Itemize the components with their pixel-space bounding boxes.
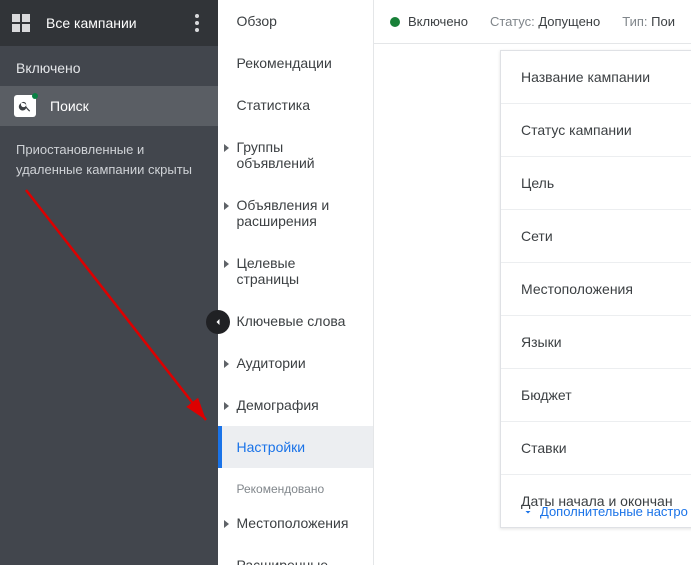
search-icon bbox=[14, 95, 36, 117]
campaign-status: Статус: Допущено bbox=[490, 14, 600, 29]
nav-label: Объявления и расширения bbox=[236, 197, 359, 229]
status-dot-icon bbox=[390, 17, 400, 27]
sidebar-item-search[interactable]: Поиск bbox=[0, 86, 218, 126]
campaign-type: Тип: Пои bbox=[622, 14, 675, 29]
link-label: Дополнительные настро bbox=[540, 504, 688, 519]
setting-row-dates[interactable]: Даты начала и окончан bbox=[501, 475, 691, 527]
nav-section-recommended: Рекомендовано bbox=[218, 468, 373, 502]
sidebar-header: Все кампании bbox=[0, 0, 218, 46]
more-icon[interactable] bbox=[188, 14, 206, 32]
nav-landing-pages[interactable]: Целевые страницы bbox=[218, 242, 373, 300]
nav-label: Группы объявлений bbox=[236, 139, 359, 171]
campaign-enabled-toggle[interactable]: Включено bbox=[390, 14, 468, 29]
setting-row-bids[interactable]: Ставки bbox=[501, 422, 691, 475]
nav-ads-extensions[interactable]: Объявления и расширения bbox=[218, 184, 373, 242]
nav-audiences[interactable]: Аудитории bbox=[218, 342, 373, 384]
all-campaigns-label[interactable]: Все кампании bbox=[46, 15, 188, 31]
nav-label: Рекомендации bbox=[236, 55, 331, 71]
sidebar-item-label: Поиск bbox=[50, 98, 89, 114]
nav-label: Расширенные корректировки bbox=[236, 557, 359, 565]
settings-card: Название кампании Статус кампании Цель С… bbox=[500, 50, 691, 528]
additional-settings-link[interactable]: Дополнительные настро bbox=[522, 504, 688, 519]
status-value: Допущено bbox=[538, 14, 600, 29]
setting-row-networks[interactable]: Сети bbox=[501, 210, 691, 263]
nav-label: Аудитории bbox=[236, 355, 305, 371]
setting-row-status[interactable]: Статус кампании bbox=[501, 104, 691, 157]
setting-row-locations[interactable]: Местоположения bbox=[501, 263, 691, 316]
nav-label: Настройки bbox=[236, 439, 305, 455]
nav-demography[interactable]: Демография bbox=[218, 384, 373, 426]
setting-row-languages[interactable]: Языки bbox=[501, 316, 691, 369]
enabled-label: Включено bbox=[408, 14, 468, 29]
nav-label: Статистика bbox=[236, 97, 310, 113]
nav-locations[interactable]: Местоположения bbox=[218, 502, 373, 544]
nav-adv-adjustments[interactable]: Расширенные корректировки bbox=[218, 544, 373, 565]
nav-keywords[interactable]: Ключевые слова bbox=[218, 300, 373, 342]
nav-label: Обзор bbox=[236, 13, 276, 29]
type-value: Пои bbox=[651, 14, 675, 29]
setting-row-name[interactable]: Название кампании bbox=[501, 51, 691, 104]
campaigns-sidebar: Все кампании Включено Поиск Приостановле… bbox=[0, 0, 218, 565]
nav-statistics[interactable]: Статистика bbox=[218, 84, 373, 126]
nav-settings[interactable]: Настройки bbox=[218, 426, 373, 468]
nav-recommendations[interactable]: Рекомендации bbox=[218, 42, 373, 84]
type-label: Тип: bbox=[622, 14, 647, 29]
apps-grid-icon[interactable] bbox=[12, 14, 30, 32]
panel-header: Включено Статус: Допущено Тип: Пои bbox=[374, 0, 691, 44]
chevron-down-icon bbox=[522, 506, 534, 518]
nav-label: Ключевые слова bbox=[236, 313, 345, 329]
setting-row-budget[interactable]: Бюджет bbox=[501, 369, 691, 422]
nav-label: Местоположения bbox=[236, 515, 348, 531]
secondary-nav: Обзор Рекомендации Статистика Группы объ… bbox=[218, 0, 374, 565]
nav-label: Демография bbox=[236, 397, 318, 413]
hidden-campaigns-note: Приостановленные и удаленные кампании ск… bbox=[0, 126, 218, 193]
status-dot-icon bbox=[32, 93, 38, 99]
status-label: Статус: bbox=[490, 14, 535, 29]
enabled-filter-label[interactable]: Включено bbox=[0, 46, 218, 86]
nav-overview[interactable]: Обзор bbox=[218, 0, 373, 42]
nav-label: Целевые страницы bbox=[236, 255, 359, 287]
nav-ad-groups[interactable]: Группы объявлений bbox=[218, 126, 373, 184]
main-panel: Включено Статус: Допущено Тип: Пои Назва… bbox=[374, 0, 691, 565]
chevron-left-icon bbox=[212, 316, 224, 328]
setting-row-goal[interactable]: Цель bbox=[501, 157, 691, 210]
